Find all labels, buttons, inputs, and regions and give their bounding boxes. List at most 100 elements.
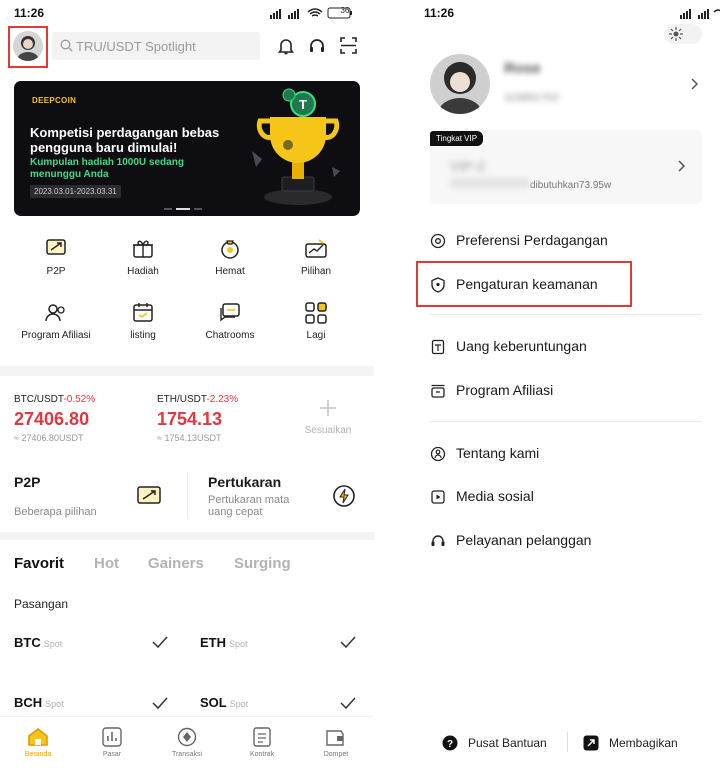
status-icons	[680, 7, 720, 19]
help-center-label: Pusat Bantuan	[468, 736, 547, 750]
feature-listing[interactable]: listing	[103, 300, 183, 342]
menu-label: Preferensi Perdagangan	[456, 232, 608, 248]
search-input[interactable]: TRU/USDT Spotlight	[52, 32, 260, 60]
pairs-heading: Pasangan	[14, 597, 69, 611]
feature-more-grid[interactable]: Lagi	[276, 300, 356, 342]
chevron-right-icon[interactable]	[691, 78, 699, 90]
menu-label: Pelayanan pelanggan	[456, 532, 592, 548]
pair-type: Spot	[43, 639, 63, 649]
feature-p2p[interactable]: P2P	[16, 236, 96, 278]
theme-toggle[interactable]	[664, 24, 702, 44]
ticker-converted: ≈ 1754.13USDT	[157, 433, 222, 443]
trophy-icon: T	[252, 88, 340, 205]
profile-avatar[interactable]	[430, 54, 490, 114]
vip-progress-mask	[450, 178, 530, 188]
bell-icon[interactable]	[278, 37, 294, 55]
pair-base: BTC	[14, 635, 41, 650]
exchange-card[interactable]: Pertukaran Pertukaran mata uang cepat	[208, 474, 358, 518]
menu-label: Media sosial	[456, 488, 534, 504]
nav-wallet[interactable]: Dompet	[306, 727, 366, 758]
more-grid-icon	[305, 302, 327, 324]
feature-label: Hadiah	[127, 266, 159, 277]
savings-icon	[221, 240, 239, 259]
pair-eth[interactable]: ETH Spot	[200, 635, 248, 650]
footer-divider	[567, 732, 568, 752]
check-icon[interactable]	[340, 636, 356, 648]
help-icon: ?	[442, 735, 458, 751]
menu-label: Tentang kami	[456, 445, 540, 461]
bottom-nav: Beranda Pasar Transaksi Kontrak Dompet	[0, 716, 374, 769]
pair-type: Spot	[45, 699, 64, 709]
feature-label: Lagi	[306, 330, 326, 341]
pair-base: ETH	[200, 635, 226, 650]
tab-hot[interactable]: Hot	[94, 555, 119, 572]
banner-headline: Kompetisi perdagangan bebas pengguna bar…	[30, 125, 220, 155]
banner-pagination	[164, 208, 202, 210]
check-icon[interactable]	[152, 636, 168, 648]
security-highlight	[416, 261, 632, 307]
profile-username: Rose	[504, 60, 541, 77]
nav-market[interactable]: Pasar	[82, 727, 142, 758]
support-icon	[431, 535, 445, 546]
share-label: Membagikan	[609, 736, 678, 750]
nav-label: Beranda	[24, 751, 52, 758]
ticker-pair: ETH/USDT	[157, 394, 207, 405]
customize-button[interactable]: Sesuaikan	[300, 399, 356, 436]
contract-icon	[253, 727, 271, 747]
section-divider	[0, 532, 374, 540]
listing-icon	[133, 303, 153, 322]
check-icon[interactable]	[152, 697, 168, 709]
p2p-card[interactable]: P2P Beberapa pilihan	[14, 474, 174, 518]
feature-gift[interactable]: Hadiah	[103, 236, 183, 278]
tab-surging[interactable]: Surging	[234, 555, 291, 572]
ticker-eth[interactable]: ETH/USDT-2.23% 1754.13 ≈ 1754.13USDT	[157, 394, 238, 443]
scan-icon[interactable]	[340, 37, 357, 54]
vip-level: VIP-2	[450, 158, 486, 174]
feature-savings[interactable]: Hemat	[190, 236, 270, 278]
nav-trade[interactable]: Transaksi	[157, 727, 217, 758]
exchange-icon	[333, 485, 355, 507]
ticker-price: 27406.80	[14, 409, 90, 429]
nav-label: Pasar	[102, 751, 122, 758]
section-divider	[0, 366, 374, 376]
ticker-pair: BTC/USDT	[14, 394, 64, 405]
feature-affiliate[interactable]: Program Afiliasi	[16, 300, 96, 342]
feature-chat[interactable]: Chatrooms	[190, 300, 270, 342]
tab-favorit[interactable]: Favorit	[14, 555, 64, 572]
options-icon	[305, 239, 327, 258]
ticker-converted: ≈ 27406.80USDT	[14, 433, 84, 443]
nav-contract[interactable]: Kontrak	[232, 727, 292, 758]
banner-brand: DEEPCOIN	[32, 96, 77, 105]
pair-btc[interactable]: BTC Spot	[14, 635, 62, 650]
ticker-btc[interactable]: BTC/USDT-0.52% 27406.80 ≈ 27406.80USDT	[14, 394, 95, 443]
promo-banner[interactable]: DEEPCOIN Kompetisi perdagangan bebas pen…	[14, 81, 360, 216]
menu-divider	[430, 314, 702, 315]
pair-type: Spot	[229, 699, 249, 709]
pair-sol[interactable]: SOL Spot	[200, 695, 248, 710]
svg-text:T: T	[299, 97, 307, 112]
pair-bch[interactable]: BCH Spot	[14, 695, 64, 710]
p2p-card-subtitle: Beberapa pilihan	[14, 506, 97, 518]
check-icon[interactable]	[340, 697, 356, 709]
nav-home[interactable]: Beranda	[8, 727, 68, 758]
pair-base: SOL	[200, 695, 227, 710]
vip-tag: Tingkat VIP	[430, 131, 484, 146]
feature-options[interactable]: Pilihan	[276, 236, 356, 278]
chevron-right-icon	[678, 160, 686, 172]
ticker-change: -2.23%	[206, 394, 239, 405]
ticker-price: 1754.13	[157, 409, 223, 429]
share-icon	[583, 735, 599, 751]
banner-subline: Kumpulan hadiah 1000U sedang menunggu An…	[30, 157, 184, 180]
avatar-highlight	[8, 26, 48, 68]
avatar-person-icon	[438, 62, 482, 114]
headset-icon[interactable]	[308, 37, 326, 55]
profile-screen: 11:26 Rose 103891702 VIP-2 dibutuhkan73.…	[410, 0, 720, 769]
p2p-icon	[46, 239, 66, 255]
market-icon	[102, 727, 122, 747]
plus-icon	[320, 400, 336, 416]
nav-label: Kontrak	[249, 751, 275, 758]
tab-gainers[interactable]: Gainers	[148, 555, 204, 572]
status-time: 11:26	[424, 6, 455, 20]
menu-divider	[430, 421, 702, 422]
sun-icon	[669, 27, 683, 41]
